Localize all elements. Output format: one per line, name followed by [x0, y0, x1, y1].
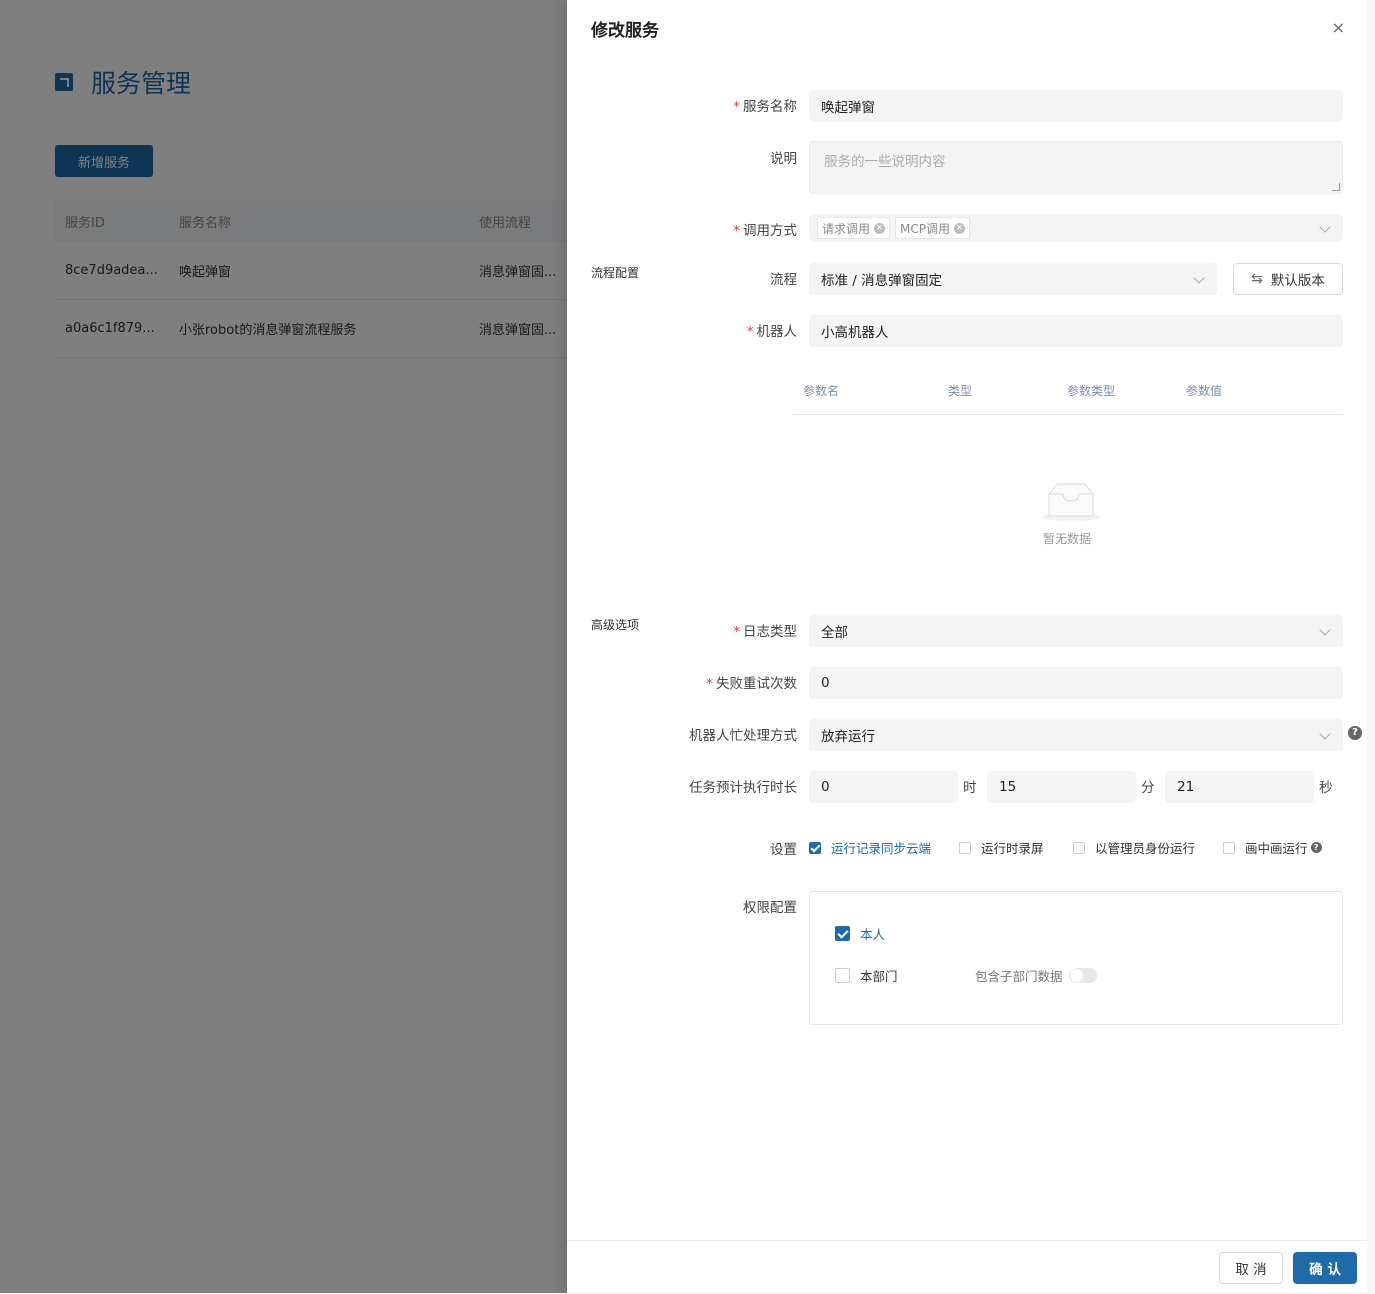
help-icon[interactable]: ?: [1310, 842, 1322, 853]
help-icon[interactable]: ?: [1348, 726, 1362, 740]
log-type-select[interactable]: 全部: [809, 615, 1343, 647]
duration-minutes-input[interactable]: 15: [987, 771, 1136, 803]
self-checkbox[interactable]: 本人: [835, 924, 885, 943]
flow-select[interactable]: 标准 / 消息弹窗固定: [809, 263, 1217, 295]
hours-unit: 时: [963, 780, 977, 796]
run-as-admin-checkbox[interactable]: 以管理员身份运行: [1073, 838, 1195, 857]
section-flow-config: 流程配置: [591, 266, 640, 280]
invoke-mode-label: * 调用方式: [733, 223, 797, 239]
checkbox-icon: [835, 968, 850, 983]
settings-label: 设置: [770, 842, 797, 858]
checkbox-icon: [1073, 841, 1085, 854]
empty-state: 暂无数据: [1017, 480, 1117, 547]
service-name-input[interactable]: 唤起弹窗: [809, 90, 1343, 122]
default-version-label: 默认版本: [1270, 273, 1325, 289]
busy-mode-label: 机器人忙处理方式: [689, 728, 797, 744]
close-icon[interactable]: ×: [1332, 18, 1345, 37]
description-label: 说明: [770, 151, 797, 167]
busy-mode-value: 放弃运行: [821, 729, 875, 745]
param-col-value: 参数值: [1186, 384, 1223, 398]
chevron-down-icon: [1319, 728, 1331, 740]
resize-handle-icon[interactable]: [1332, 183, 1340, 191]
invoke-tag: 请求调用 ×: [817, 217, 891, 239]
invoke-tag: MCP调用 ×: [895, 217, 970, 239]
sub-department-label: 包含子部门数据: [975, 969, 1063, 984]
param-table-header: 参数名 类型 参数类型 参数值: [793, 374, 1343, 415]
settings-options: 运行记录同步云端 运行时录屏 以管理员身份运行 画中画运行 ?: [809, 838, 1349, 856]
swap-icon: ⇆: [1251, 271, 1263, 287]
retry-label: * 失败重试次数: [706, 676, 797, 692]
checkbox-checked-icon: [835, 926, 850, 941]
description-textarea[interactable]: 服务的一些说明内容: [809, 141, 1343, 194]
empty-inbox-icon: [1041, 480, 1100, 521]
pip-run-checkbox[interactable]: 画中画运行 ?: [1223, 838, 1322, 857]
department-checkbox[interactable]: 本部门: [835, 966, 898, 985]
edit-service-drawer: 修改服务 × * 服务名称 唤起弹窗 说明 服务的一些说明内容 * 调用方式 请求调…: [567, 0, 1375, 1293]
retry-input[interactable]: 0: [809, 667, 1343, 699]
record-screen-checkbox[interactable]: 运行时录屏: [959, 838, 1044, 857]
tag-remove-icon[interactable]: ×: [954, 222, 965, 234]
default-version-button[interactable]: ⇆ 默认版本: [1233, 263, 1343, 295]
permissions-box: 本人 本部门 包含子部门数据: [809, 891, 1343, 1025]
robot-select[interactable]: 小高机器人: [809, 315, 1343, 347]
chevron-down-icon: [1319, 624, 1331, 636]
seconds-unit: 秒: [1319, 780, 1333, 796]
chevron-down-icon: [1193, 272, 1205, 284]
minutes-unit: 分: [1141, 780, 1155, 796]
permissions-label: 权限配置: [743, 900, 797, 916]
description-placeholder: 服务的一些说明内容: [824, 154, 946, 170]
param-col-param-type: 参数类型: [1067, 384, 1116, 398]
empty-text: 暂无数据: [1042, 532, 1091, 546]
sync-cloud-checkbox[interactable]: 运行记录同步云端: [809, 838, 931, 857]
robot-label: * 机器人: [746, 324, 797, 340]
invoke-mode-select[interactable]: 请求调用 × MCP调用 ×: [809, 214, 1343, 242]
busy-mode-select[interactable]: 放弃运行: [809, 719, 1343, 751]
drawer-footer: 取 消 确 认: [567, 1240, 1367, 1294]
tag-remove-icon[interactable]: ×: [874, 222, 886, 234]
confirm-button[interactable]: 确 认: [1293, 1252, 1357, 1284]
checkbox-icon: [1223, 841, 1235, 854]
checkbox-checked-icon: [809, 841, 821, 854]
cancel-button[interactable]: 取 消: [1219, 1252, 1283, 1284]
checkbox-icon: [959, 841, 971, 854]
param-col-type: 类型: [948, 384, 973, 398]
sub-department-switch-row: 包含子部门数据: [975, 966, 1097, 985]
flow-select-value: 标准 / 消息弹窗固定: [821, 273, 943, 289]
scrollbar[interactable]: [1367, 0, 1375, 1293]
flow-label: 流程: [770, 272, 797, 288]
duration-seconds-input[interactable]: 21: [1165, 771, 1314, 803]
log-type-label: * 日志类型: [733, 624, 797, 640]
sub-department-toggle[interactable]: [1068, 968, 1097, 983]
log-type-value: 全部: [821, 625, 848, 641]
chevron-down-icon: [1319, 221, 1331, 233]
duration-hours-input[interactable]: 0: [809, 771, 958, 803]
section-advanced: 高级选项: [591, 618, 640, 632]
duration-label: 任务预计执行时长: [689, 780, 797, 796]
drawer-title: 修改服务: [591, 21, 659, 41]
service-name-label: * 服务名称: [733, 99, 797, 115]
param-col-name: 参数名: [803, 384, 840, 398]
